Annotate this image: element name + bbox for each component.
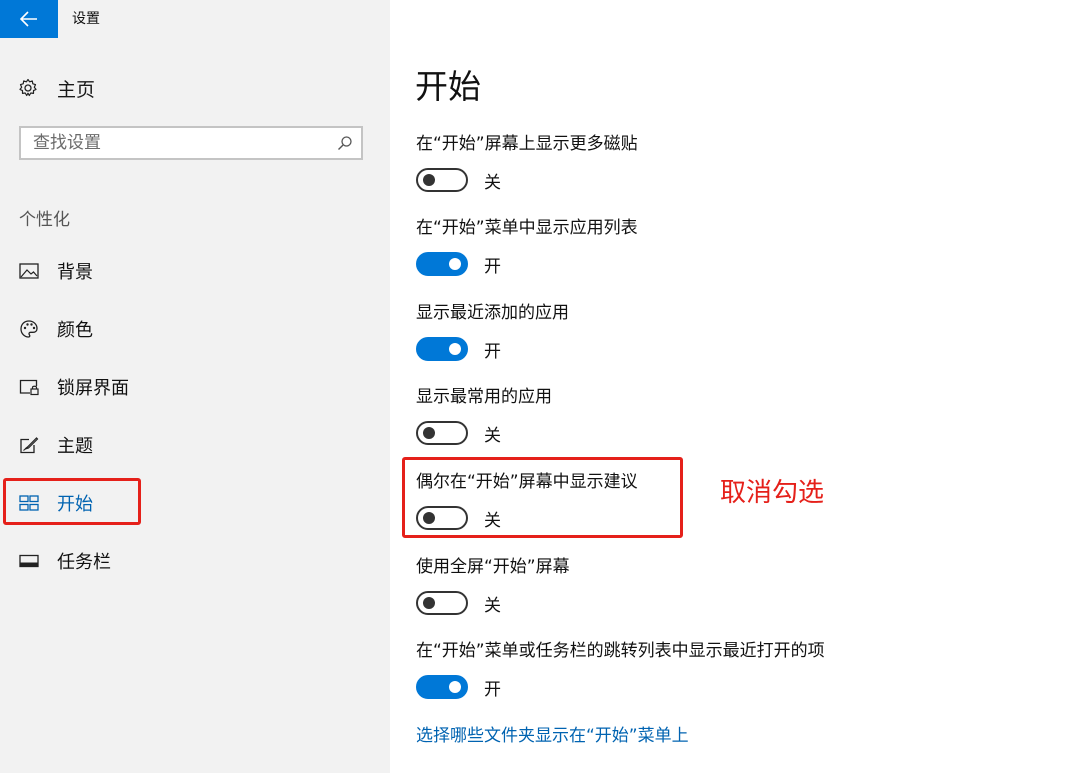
setting-label: 在“开始”菜单或任务栏的跳转列表中显示最近打开的项	[416, 641, 825, 661]
toggle-switch[interactable]	[416, 421, 468, 445]
window-title: 设置	[72, 11, 100, 27]
picture-icon	[18, 260, 40, 282]
back-button[interactable]	[0, 0, 58, 38]
start-highlight-frame	[3, 478, 141, 525]
gear-icon	[19, 78, 37, 97]
toggle-switch[interactable]	[416, 337, 468, 361]
toggle-knob	[449, 258, 461, 270]
setting-toggle-row: 关	[416, 420, 501, 446]
toggle-switch[interactable]	[416, 168, 468, 192]
toggle-switch[interactable]	[416, 252, 468, 276]
page-title: 开始	[415, 67, 481, 106]
setting-toggle-row: 开	[416, 251, 501, 277]
annotation-text: 取消勾选	[720, 478, 825, 508]
sidebar-item-label: 主题	[57, 436, 93, 457]
sidebar-item-lock-screen[interactable]: 锁屏界面	[18, 372, 129, 402]
toggle-knob	[449, 681, 461, 693]
setting-toggle-row: 关	[416, 167, 501, 193]
sidebar: 设置 主页 个性化 背景 颜色 锁屏界面	[0, 0, 390, 773]
setting-label: 在“开始”屏幕上显示更多磁贴	[416, 134, 638, 154]
search-icon[interactable]	[337, 135, 353, 151]
toggle-switch[interactable]	[416, 591, 468, 615]
section-heading-personalization: 个性化	[19, 210, 70, 230]
toggle-switch[interactable]	[416, 675, 468, 699]
sidebar-item-taskbar[interactable]: 任务栏	[18, 546, 111, 576]
sidebar-item-label: 颜色	[57, 320, 93, 341]
setting-toggle-row: 关	[416, 590, 501, 616]
sidebar-item-label: 任务栏	[57, 552, 111, 573]
palette-icon	[18, 318, 40, 340]
suggestion-highlight-frame	[402, 457, 683, 538]
theme-icon	[18, 434, 40, 456]
toggle-state-label: 关	[484, 425, 501, 446]
toggle-knob	[449, 343, 461, 355]
setting-label: 显示最常用的应用	[416, 387, 552, 407]
toggle-state-label: 开	[484, 679, 501, 700]
toggle-state-label: 开	[484, 256, 501, 277]
setting-label: 使用全屏“开始”屏幕	[416, 557, 570, 577]
sidebar-item-background[interactable]: 背景	[18, 256, 93, 286]
setting-label: 在“开始”菜单中显示应用列表	[416, 218, 638, 238]
toggle-state-label: 关	[484, 595, 501, 616]
sidebar-item-label: 锁屏界面	[57, 378, 129, 399]
choose-folders-link[interactable]: 选择哪些文件夹显示在“开始”菜单上	[416, 724, 689, 748]
sidebar-item-label: 背景	[57, 262, 93, 283]
toggle-state-label: 关	[484, 172, 501, 193]
setting-toggle-row: 开	[416, 336, 501, 362]
toggle-knob	[423, 427, 435, 439]
search-input[interactable]	[33, 132, 323, 154]
home-label: 主页	[57, 78, 96, 101]
setting-toggle-row: 开	[416, 674, 501, 700]
search-box	[19, 126, 363, 160]
setting-label: 显示最近添加的应用	[416, 303, 569, 323]
back-arrow-icon	[20, 11, 37, 27]
toggle-knob	[423, 174, 435, 186]
home-nav-item[interactable]: 主页	[18, 74, 95, 102]
sidebar-item-themes[interactable]: 主题	[18, 430, 93, 460]
sidebar-item-colors[interactable]: 颜色	[18, 314, 93, 344]
taskbar-icon	[18, 550, 40, 572]
toggle-state-label: 开	[484, 341, 501, 362]
toggle-knob	[423, 597, 435, 609]
lock-screen-icon	[18, 376, 40, 398]
